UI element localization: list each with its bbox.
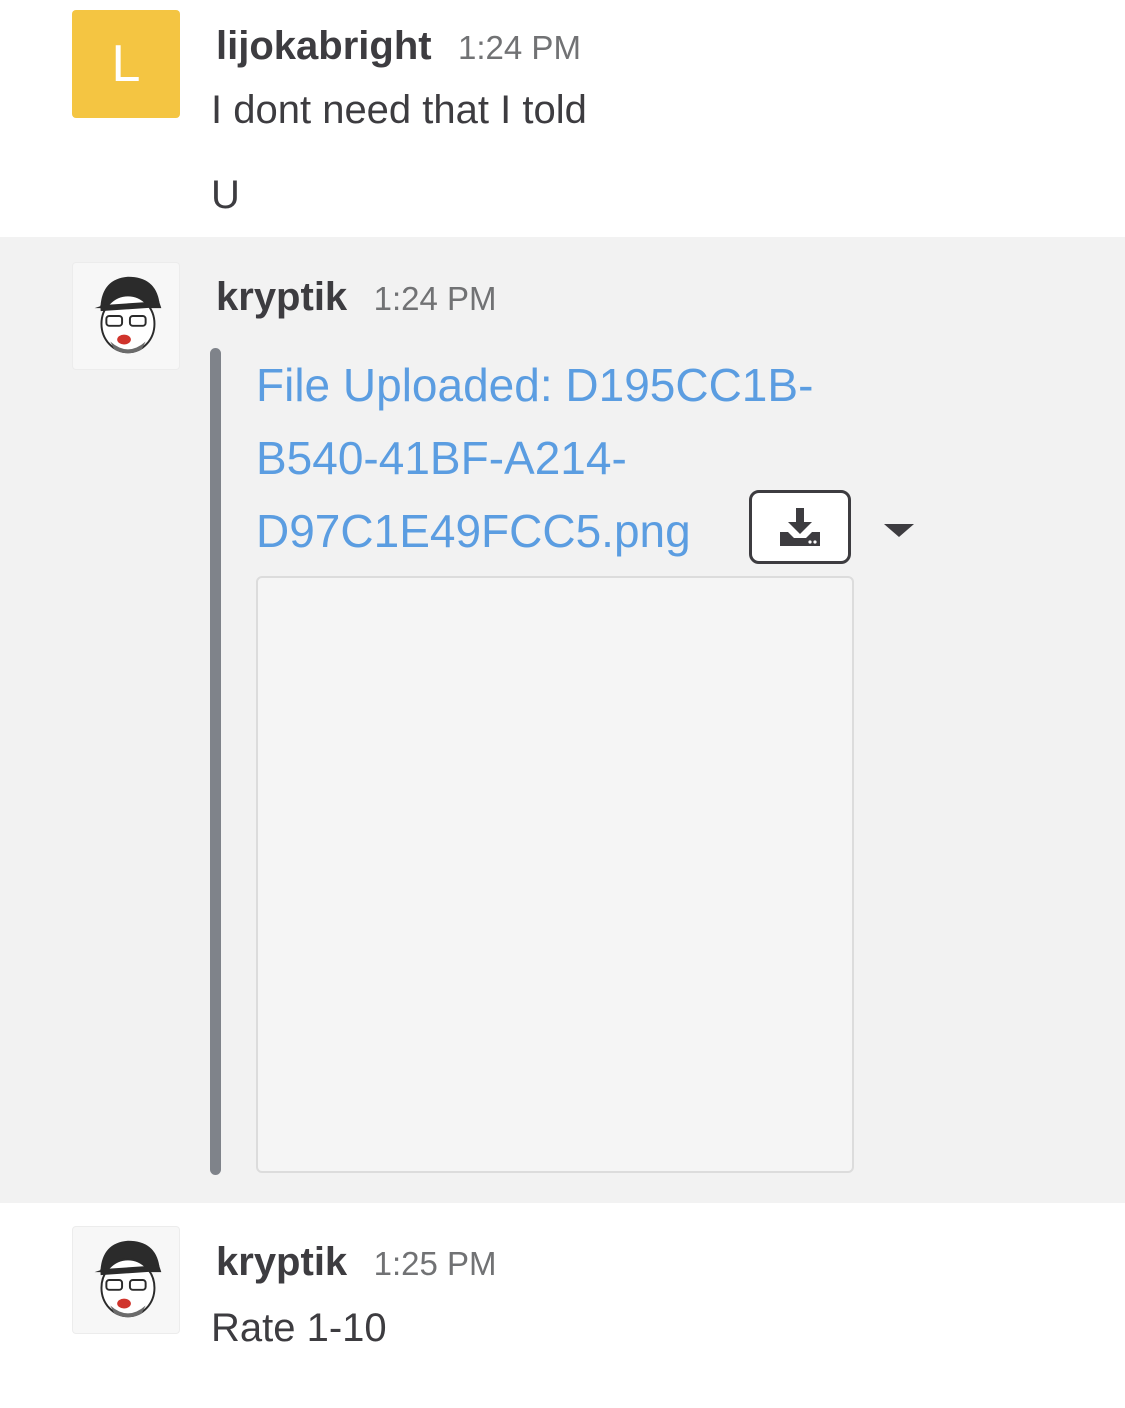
message-text: Rate 1-10 bbox=[211, 1306, 387, 1350]
timestamp[interactable]: 1:24 PM bbox=[458, 29, 581, 66]
sender-name[interactable]: kryptik bbox=[216, 1240, 347, 1284]
avatar[interactable]: L bbox=[72, 10, 180, 118]
message-kryptik: kryptik 1:25 PM Rate 1-10 bbox=[0, 1203, 1125, 1408]
message-lijokabright: L lijokabright 1:24 PM I dont need that … bbox=[0, 0, 1125, 237]
message-kryptik-file: kryptik 1:24 PM File Uploaded: D195CC1B-… bbox=[0, 237, 1125, 1203]
download-icon bbox=[780, 508, 820, 546]
sender-name[interactable]: lijokabright bbox=[216, 24, 432, 68]
download-button[interactable] bbox=[749, 490, 851, 564]
timestamp[interactable]: 1:25 PM bbox=[374, 1245, 497, 1282]
caret-down-icon[interactable] bbox=[884, 524, 914, 537]
message-header: kryptik 1:24 PM bbox=[216, 275, 497, 320]
message-header: lijokabright 1:24 PM bbox=[216, 24, 581, 69]
message-header: kryptik 1:25 PM bbox=[216, 1240, 497, 1285]
message-text: I dont need that I told bbox=[211, 88, 587, 132]
file-preview-image[interactable] bbox=[256, 576, 854, 1173]
user-photo-avatar-icon bbox=[94, 1240, 162, 1318]
attachment-bar bbox=[210, 348, 221, 1175]
avatar[interactable] bbox=[72, 262, 180, 370]
avatar[interactable] bbox=[72, 1226, 180, 1334]
sender-name[interactable]: kryptik bbox=[216, 275, 347, 319]
message-text: U bbox=[211, 173, 240, 217]
user-photo-avatar-icon bbox=[94, 276, 162, 354]
timestamp[interactable]: 1:24 PM bbox=[374, 280, 497, 317]
